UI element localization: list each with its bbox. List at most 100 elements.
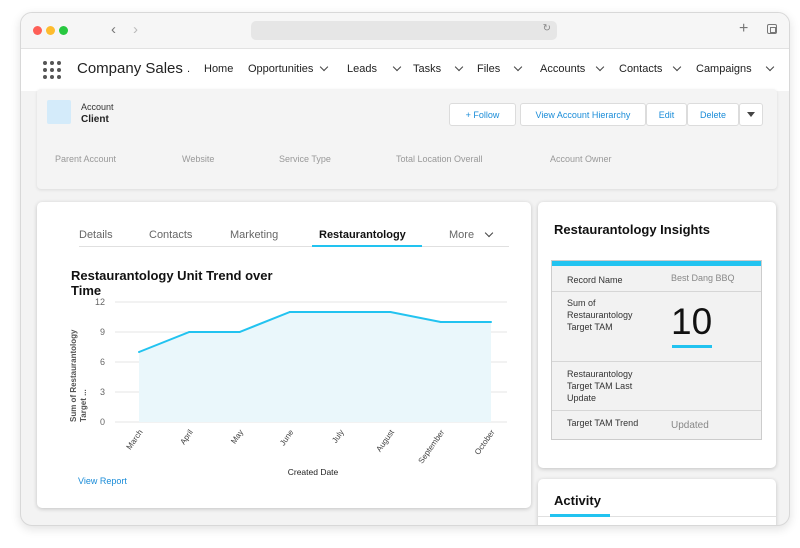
- maximize-window-icon[interactable]: [59, 26, 68, 35]
- data-point: [188, 331, 191, 333]
- activity-title: Activity: [554, 493, 601, 508]
- nav-item-label: Tasks: [413, 63, 442, 75]
- nav-item-opportunities[interactable]: Opportunities: [248, 62, 329, 75]
- more-actions-button[interactable]: [739, 103, 763, 126]
- chevron-down-icon[interactable]: [320, 62, 329, 72]
- tab-details[interactable]: Details: [79, 229, 113, 241]
- insights-row-record-name: Record Name Best Dang BBQ: [552, 266, 761, 292]
- nav-item-tasks[interactable]: Tasks: [413, 62, 464, 75]
- x-tick-label: August: [374, 427, 396, 453]
- data-point: [389, 311, 392, 313]
- view-report-link[interactable]: View Report: [78, 476, 127, 486]
- tab-more[interactable]: More: [449, 228, 494, 241]
- field-service-type: Service Type: [279, 154, 331, 164]
- active-tab-indicator: [312, 245, 422, 247]
- nav-item-label: Campaigns: [696, 63, 752, 75]
- insights-row-last-update: Restaurantology Target TAM Last Update: [552, 362, 761, 411]
- chevron-down-icon[interactable]: [513, 62, 523, 72]
- activity-card: Activity: [538, 479, 776, 525]
- field-account-owner: Account Owner: [550, 154, 612, 164]
- account-name: Client: [81, 114, 109, 125]
- insights-table: Record Name Best Dang BBQ Sum of Restaur…: [551, 260, 762, 440]
- area-fill: [139, 312, 491, 422]
- activity-tab-indicator: [550, 514, 610, 517]
- trend-label: Target TAM Trend: [567, 418, 639, 428]
- record-name-label: Record Name: [567, 275, 623, 285]
- insights-row-trend: Target TAM Trend Updated: [552, 411, 761, 439]
- x-tick-label: September: [417, 428, 447, 465]
- nav-item-label: Opportunities: [248, 63, 314, 75]
- app-name-separator: .: [187, 63, 191, 75]
- chevron-down-icon: [484, 228, 494, 238]
- nav-item-label: Files: [477, 63, 501, 75]
- data-point: [138, 351, 140, 353]
- chevron-down-icon[interactable]: [596, 62, 605, 72]
- y-tick-label: 12: [95, 297, 105, 307]
- insights-title: Restaurantology Insights: [554, 222, 711, 237]
- sum-value: 10: [671, 301, 713, 342]
- chevron-down-icon[interactable]: [454, 62, 464, 72]
- restaurantology-trend-chart: 0 3 6 9 12 March April May June July August Septemb…: [69, 297, 507, 477]
- nav-item-accounts[interactable]: Accounts: [540, 62, 605, 75]
- minimize-window-icon[interactable]: [46, 26, 55, 35]
- caret-down-icon: [747, 112, 755, 117]
- tab-restaurantology[interactable]: Restaurantology: [319, 229, 406, 241]
- nav-item-label: Leads: [347, 63, 377, 75]
- delete-button[interactable]: Delete: [687, 103, 739, 126]
- x-tick-label: October: [473, 428, 497, 457]
- data-point: [439, 321, 442, 323]
- nav-item-label: Home: [204, 63, 234, 75]
- top-navigation: Company Sales . Home Opportunities Leads…: [21, 49, 789, 91]
- forward-icon[interactable]: ›: [133, 22, 138, 38]
- data-point: [288, 311, 291, 313]
- chevron-down-icon[interactable]: [673, 62, 682, 72]
- app-name: Company Sales: [77, 60, 183, 77]
- tab-divider: [79, 246, 509, 247]
- data-point: [238, 331, 241, 333]
- field-total-location-overall: Total Location Overall: [396, 154, 483, 164]
- last-update-label: Restaurantology Target TAM Last Update: [567, 369, 633, 403]
- chevron-down-icon[interactable]: [392, 62, 402, 72]
- sum-label: Sum of Restaurantology Target TAM: [567, 298, 633, 332]
- main-tab-card: Details Contacts Marketing Restaurantolo…: [37, 202, 531, 508]
- tab-more-label: More: [449, 229, 475, 241]
- nav-item-leads[interactable]: Leads: [347, 62, 402, 75]
- field-parent-account: Parent Account: [55, 154, 117, 164]
- edit-button[interactable]: Edit: [646, 103, 687, 126]
- chevron-down-icon[interactable]: [765, 62, 774, 72]
- y-axis-label: Sum of RestaurantologyTarget ...: [69, 329, 88, 422]
- record-name-value: Best Dang BBQ: [671, 273, 735, 283]
- trend-value: Updated: [671, 420, 709, 431]
- browser-window: ‹ › ↻ + Company Sales . Home Opportuniti…: [20, 12, 790, 526]
- tab-contacts[interactable]: Contacts: [149, 229, 192, 241]
- x-tick-label: July: [330, 428, 346, 445]
- nav-item-campaigns[interactable]: Campaigns: [696, 62, 774, 75]
- x-tick-label: May: [229, 428, 245, 446]
- insights-card: Restaurantology Insights Record Name Bes…: [538, 202, 776, 468]
- x-axis-label: Created Date: [288, 467, 339, 477]
- tab-marketing[interactable]: Marketing: [230, 229, 278, 241]
- account-icon: [47, 100, 71, 124]
- nav-item-contacts[interactable]: Contacts: [619, 62, 682, 75]
- field-website: Website: [182, 154, 215, 164]
- sum-value-underline: [672, 345, 712, 348]
- x-tick-label: April: [178, 428, 195, 446]
- nav-item-label: Contacts: [619, 63, 663, 75]
- x-tick-label: March: [125, 428, 145, 451]
- back-icon[interactable]: ‹: [111, 22, 116, 38]
- app-launcher-icon[interactable]: [43, 61, 61, 79]
- account-object-label: Account: [81, 102, 114, 112]
- nav-item-files[interactable]: Files: [477, 62, 523, 75]
- insights-row-sum: Sum of Restaurantology Target TAM 10: [552, 292, 761, 362]
- view-account-hierarchy-button[interactable]: View Account Hierarchy: [520, 103, 646, 126]
- tabs-overview-icon[interactable]: [767, 24, 777, 34]
- new-tab-icon[interactable]: +: [739, 21, 748, 37]
- follow-button[interactable]: + Follow: [449, 103, 516, 126]
- data-point: [339, 311, 342, 313]
- close-window-icon[interactable]: [33, 26, 42, 35]
- address-bar[interactable]: ↻: [251, 21, 557, 40]
- nav-item-home[interactable]: Home: [204, 63, 233, 75]
- x-tick-label: June: [278, 428, 296, 448]
- reload-icon[interactable]: ↻: [543, 23, 551, 34]
- nav-item-label: Accounts: [540, 63, 586, 75]
